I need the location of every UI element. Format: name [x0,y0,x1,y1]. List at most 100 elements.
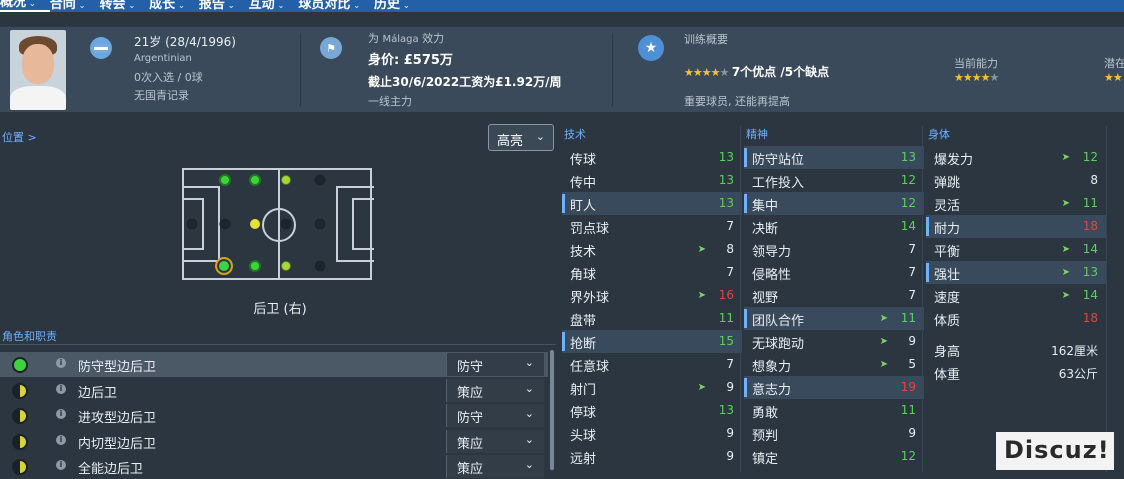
attribute-name: 防守站位 [752,153,805,168]
attribute-value: 11 [718,311,734,325]
chevron-down-icon: ⌄ [403,1,410,10]
nav-tab[interactable]: 合同 ⌄ [50,0,100,12]
attribute-value: 11 [1082,196,1098,210]
attribute-value: 12 [900,449,916,463]
info-icon[interactable]: i [56,383,66,394]
attribute-row: 头球 9 [562,422,742,445]
nav-tab[interactable]: 球员对比 ⌄ [298,0,374,12]
role-row[interactable]: i 边后卫 策应 ⌄ [0,378,548,403]
attribute-value: 13 [1082,265,1098,279]
attribute-row: 体质 18 [926,307,1106,330]
info-icon[interactable]: i [56,358,66,368]
attribute-row: 射门 ➤ 9 [562,376,742,399]
pitch-diagram [182,168,374,280]
attribute-value: 18 [1082,311,1098,325]
attribute-name: 传球 [570,153,597,168]
nav-tab[interactable]: 报告 ⌄ [199,0,249,12]
attribute-name: 体质 [934,314,961,329]
attribute-name: 集中 [752,199,779,214]
current-ability-label: 当前能力 [954,57,998,70]
attribute-name: 意志力 [752,383,792,398]
attribute-name: 想象力 [752,360,792,375]
attribute-name: 头球 [570,429,597,444]
training-note: 重要球员, 还能再提高 [684,95,790,108]
duty-dropdown[interactable]: 防守 ⌄ [446,404,544,427]
attribute-row: 强壮 ➤ 13 [926,261,1106,284]
attribute-name: 抢断 [570,337,597,352]
info-icon[interactable]: i [56,409,66,419]
attribute-value: 7 [726,357,734,371]
info-icon[interactable]: i [56,460,66,470]
role-row[interactable]: i 内切型边后卫 策应 ⌄ [0,429,548,454]
nav-tab[interactable]: 成长 ⌄ [149,0,199,12]
attribute-row: 想象力 ➤ 5 [744,353,924,376]
mental-column: 精神 防守站位 13 工作投入 12 集中 12 决断 14 领导力 7 侵略性 7 视野 7 团队合作 ➤ 1… [744,124,924,468]
training-star-icon: ★ [638,35,664,61]
position-dot [281,261,291,271]
progress-arrow-icon: ➤ [1061,244,1070,255]
roles-scrollbar[interactable] [550,350,554,470]
position-dot [314,260,326,272]
nav-tab[interactable]: 概况 ⌄ [0,0,50,12]
attribute-name: 镇定 [752,452,779,467]
attribute-row: 侵略性 7 [744,261,924,284]
player-header: 21岁 (28/4/1996) Argentinian 0次入选 / 0球 无国… [0,26,1124,112]
duty-dropdown[interactable]: 防守 ⌄ [446,353,544,376]
role-row[interactable]: i 进攻型边后卫 防守 ⌄ [0,403,548,428]
attribute-row: 预判 9 [744,422,924,445]
view-dropdown[interactable]: 高亮 ⌄ [488,124,554,151]
attribute-value: 14 [1082,242,1098,256]
attribute-name: 工作投入 [752,176,805,191]
progress-arrow-icon: ➤ [1061,290,1070,301]
attribute-value: 9 [908,334,916,348]
attribute-name: 领导力 [752,245,792,260]
chevron-down-icon: ⌄ [524,356,534,369]
attribute-row: 集中 12 [744,192,924,215]
attribute-row: 防守站位 13 [744,146,924,169]
player-value: 身价: £575万 [368,53,453,68]
chevron-down-icon: ⌄ [353,1,361,10]
chevron-down-icon: ⌄ [524,381,534,395]
attribute-row: 停球 13 [562,399,742,422]
attribute-value: 13 [900,150,916,164]
attribute-value: 9 [908,426,916,440]
attribute-name: 盘带 [570,314,597,329]
role-row[interactable]: i 防守型边后卫 防守 ⌄ [0,352,548,377]
attribute-row: 镇定 12 [744,445,924,468]
player-nationality: Argentinian [134,53,192,64]
attribute-name: 速度 [934,291,961,306]
position-dot [314,218,326,230]
player-contract: 截止30/6/2022工资为£1.92万/周 [368,75,562,89]
duty-dropdown[interactable]: 策应 ⌄ [446,429,544,453]
nav-tab[interactable]: 互动 ⌄ [249,0,299,12]
attribute-value: 7 [908,265,916,279]
watermark: Discuz! [996,432,1114,470]
role-name: 全能边后卫 [78,462,144,477]
current-ability-stars: ★★★★★ [954,71,999,84]
attribute-row: 盘带 11 [562,307,742,330]
role-rating-icon [12,433,28,450]
technical-title: 技术 [564,128,586,141]
attribute-row: 爆发力 ➤ 12 [926,146,1106,169]
attribute-value: 19 [900,380,916,394]
role-name: 内切型边后卫 [78,436,157,452]
attribute-value: 14 [900,219,916,233]
role-row[interactable]: i 全能边后卫 策应 ⌄ [0,454,548,479]
attribute-value: 9 [726,449,734,463]
selected-position-dot[interactable] [215,257,233,275]
attribute-row: 技术 ➤ 8 [562,238,742,261]
player-youth: 无国青记录 [134,89,189,102]
role-rating-icon [12,459,28,475]
info-icon[interactable]: i [56,434,66,445]
duty-dropdown[interactable]: 策应 ⌄ [446,378,544,402]
player-avatar [10,30,66,110]
positions-link[interactable]: 位置 > [2,129,37,145]
attribute-row: 罚点球 7 [562,215,742,238]
nav-tab[interactable]: 历史 ⌄ [374,0,424,12]
nav-tab[interactable]: 转会 ⌄ [99,0,149,12]
attribute-row: 平衡 ➤ 14 [926,238,1106,261]
chevron-down-icon: ⌄ [78,1,86,10]
attribute-value: 7 [726,265,734,279]
duty-dropdown[interactable]: 策应 ⌄ [446,455,544,478]
progress-arrow-icon: ➤ [1061,267,1070,278]
